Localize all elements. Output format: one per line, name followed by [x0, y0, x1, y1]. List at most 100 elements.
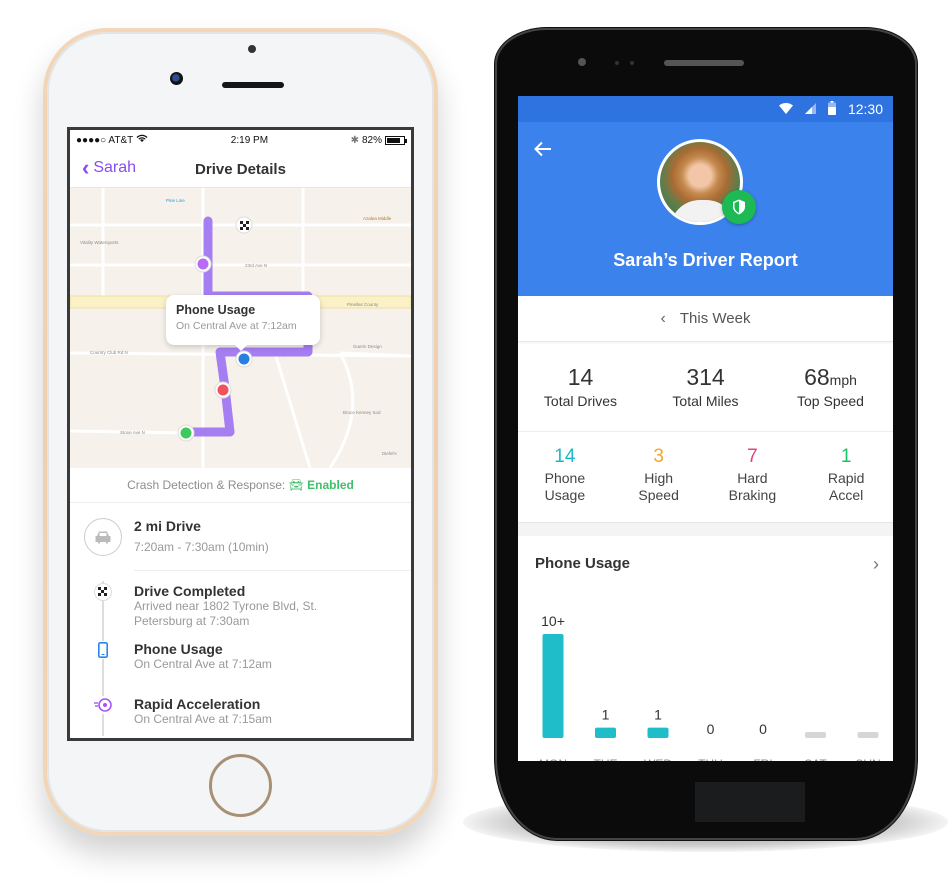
event-count: 7: [747, 446, 758, 467]
stat-total-drives: 14 Total Drives: [521, 364, 641, 409]
iphone-device: ●●●●○ AT&T 2:19 PM ✱ 82% ‹ Sarah Drive D…: [43, 28, 438, 836]
event-label: Accel: [829, 487, 864, 503]
bar-value-label: 0: [759, 721, 767, 737]
stat-label: Total Miles: [672, 393, 739, 409]
event-hard-braking[interactable]: 7 Hard Braking: [712, 446, 792, 522]
x-tick-label: SUN: [855, 757, 880, 761]
bar-tue: [595, 727, 616, 738]
event-label: High: [644, 470, 674, 486]
bar-mon: [542, 634, 564, 738]
event-rapid-accel[interactable]: 1 Rapid Accel: [806, 446, 886, 522]
x-tick-label: SAT: [804, 757, 827, 761]
front-camera: [170, 72, 183, 85]
ios-status-bar: ●●●●○ AT&T 2:19 PM ✱ 82%: [70, 130, 411, 150]
android-device: 12:30 Sarah’s Driver Report ‹ This Week …: [497, 30, 915, 838]
finish-flag-icon: [94, 583, 112, 601]
home-button[interactable]: [209, 754, 272, 817]
card-title: Phone Usage: [535, 555, 631, 572]
svg-text:Stone Ave N: Stone Ave N: [120, 430, 145, 435]
svg-text:Azalea Middle: Azalea Middle: [363, 216, 392, 221]
stat-value: 14: [567, 364, 594, 390]
stat-value: 314: [686, 364, 725, 390]
svg-text:Pine Line: Pine Line: [166, 198, 185, 203]
x-tick-label: THU: [698, 757, 723, 761]
front-camera: [578, 58, 586, 66]
bluetooth-icon: ✱: [350, 134, 359, 146]
event-label: Phone: [544, 470, 586, 486]
stat-top-speed: 68mph Top Speed: [771, 364, 891, 409]
timeline-item[interactable]: Rapid Acceleration On Central Ave at 7:1…: [70, 696, 411, 736]
android-time: 12:30: [847, 101, 883, 117]
android-screen: 12:30 Sarah’s Driver Report ‹ This Week …: [518, 96, 893, 761]
ios-time: 2:19 PM: [230, 134, 269, 146]
bar-value-label: 1: [602, 707, 610, 723]
timeline-title: Rapid Acceleration: [134, 696, 261, 712]
sensor: [615, 61, 619, 65]
event-label: Usage: [544, 487, 586, 503]
crash-detection-label: Crash Detection & Response:: [127, 478, 286, 492]
crash-car-icon: 🚘︎: [288, 478, 304, 492]
bar-sun-empty: [857, 732, 879, 738]
drive-map[interactable]: Pine Line Azalea Middle Vitality Watersp…: [70, 188, 411, 468]
x-tick-label: TUE: [594, 757, 618, 761]
event-label: Rapid: [827, 470, 865, 486]
ios-nav-bar: ‹ Sarah Drive Details: [70, 150, 411, 188]
shield-icon: [722, 190, 756, 224]
event-label: Speed: [638, 487, 679, 503]
callout-subtitle: On Central Ave at 7:12am: [176, 320, 297, 332]
wifi-icon: [778, 101, 793, 117]
x-tick-label: MON: [539, 757, 567, 761]
bar-value-label: 10+: [541, 613, 565, 629]
car-icon: [84, 518, 122, 556]
proximity-sensor: [248, 45, 256, 53]
drive-time-range: 7:20am - 7:30am (10min): [134, 540, 269, 554]
timeline-item[interactable]: Drive Completed Arrived near 1802 Tyrone…: [70, 571, 411, 641]
page-title: Drive Details: [195, 161, 286, 178]
battery-percent: 82%: [361, 134, 382, 146]
event-count: 14: [554, 446, 576, 467]
phone-usage-card[interactable]: 10+ MON 1 TUE 1 WED 0 THU 0 FRI SAT SUN Phone Usage…: [518, 536, 893, 761]
event-timeline: Drive Completed Arrived near 1802 Tyrone…: [70, 571, 411, 736]
bar-value-label: 1: [654, 707, 662, 723]
timeline-subtitle: On Central Ave at 7:15am: [134, 712, 272, 726]
timeline-item[interactable]: Phone Usage On Central Ave at 7:12am: [70, 641, 411, 696]
crash-detection-status: Enabled: [307, 478, 354, 492]
callout-title: Phone Usage: [176, 303, 256, 317]
stat-value: 68: [804, 364, 830, 390]
battery-icon: [385, 135, 407, 145]
back-arrow-icon[interactable]: [534, 136, 552, 164]
event-high-speed[interactable]: 3 High Speed: [619, 446, 699, 522]
svg-text:Pinellas County: Pinellas County: [347, 302, 379, 307]
event-count: 3: [653, 446, 664, 467]
bar-sat-empty: [805, 732, 826, 738]
earpiece-speaker: [222, 82, 284, 88]
totals-row: 14 Total Drives 314 Total Miles 68mph To…: [518, 342, 893, 432]
event-label: Braking: [728, 487, 777, 503]
stat-total-miles: 314 Total Miles: [646, 364, 766, 409]
android-status-bar: 12:30: [518, 96, 893, 122]
carrier-label: ●●●●○ AT&T: [76, 134, 134, 146]
rapid-acceleration-icon: [94, 696, 112, 714]
page-title: Sarah’s Driver Report: [613, 250, 798, 270]
svg-text:Diefel's: Diefel's: [382, 451, 397, 456]
bar-wed: [647, 727, 669, 738]
events-row: 14 Phone Usage 3 High Speed 7 Hard Braking …: [518, 432, 893, 522]
signal-icon: [804, 101, 816, 117]
timeline-title: Drive Completed: [134, 583, 246, 599]
map-callout[interactable]: Phone Usage On Central Ave at 7:12am: [166, 295, 320, 351]
drive-summary[interactable]: 2 mi Drive 7:20am - 7:30am (10min): [70, 503, 411, 571]
svg-text:Guerin Design: Guerin Design: [353, 344, 382, 349]
period-selector: ‹ This Week: [518, 296, 893, 342]
timeline-title: Phone Usage: [134, 641, 223, 657]
event-phone-usage[interactable]: 14 Phone Usage: [525, 446, 605, 522]
x-tick-label: WED: [644, 757, 672, 761]
svg-text:Vitality Watersports: Vitality Watersports: [80, 240, 119, 245]
chevron-left-icon[interactable]: ‹: [661, 310, 666, 328]
chevron-right-icon[interactable]: ›: [873, 554, 879, 575]
drive-title: 2 mi Drive: [134, 518, 201, 534]
event-label: Hard: [737, 470, 768, 486]
event-count: 1: [840, 446, 852, 467]
svg-text:Country Club Rd N: Country Club Rd N: [90, 350, 128, 355]
svg-text:Bruce Kenney Sod: Bruce Kenney Sod: [343, 410, 381, 415]
timeline-subtitle: On Central Ave at 7:12am: [134, 657, 272, 671]
